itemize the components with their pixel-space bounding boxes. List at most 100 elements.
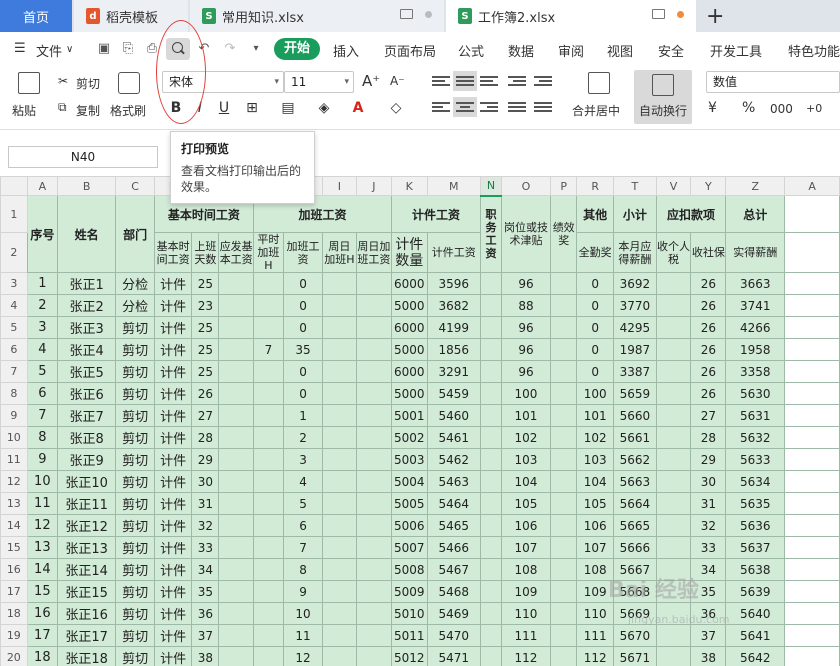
cell-seq[interactable]: 1 bbox=[26, 272, 59, 295]
copy-button[interactable]: 复制 bbox=[76, 102, 100, 119]
header-weekend-pay[interactable]: 周日加班工资 bbox=[355, 232, 392, 273]
cell-dept[interactable]: 剪切 bbox=[115, 338, 155, 361]
cell-social[interactable]: 33 bbox=[690, 536, 727, 559]
cell-name[interactable]: 张正12 bbox=[57, 514, 117, 537]
cell-normal-ot[interactable]: 7 bbox=[252, 338, 284, 361]
cell-piece-qty[interactable]: 5000 bbox=[390, 338, 428, 361]
menu-special[interactable]: 特色功能 bbox=[788, 41, 840, 60]
cell-basic-time[interactable]: 计件 bbox=[153, 448, 193, 471]
cell-weekend-pay[interactable] bbox=[355, 338, 392, 361]
cell-full-attendance[interactable]: 103 bbox=[576, 448, 614, 471]
merge-center-button[interactable]: 合并居中 bbox=[572, 102, 620, 119]
cell-full-attendance[interactable]: 111 bbox=[576, 624, 614, 647]
cell-ot-wage[interactable]: 2 bbox=[282, 426, 324, 449]
menu-data[interactable]: 数据 bbox=[508, 41, 534, 60]
cell-post-allowance[interactable]: 96 bbox=[500, 316, 552, 339]
cell-net-pay[interactable]: 5638 bbox=[725, 558, 786, 581]
cell-weekend-pay[interactable] bbox=[355, 382, 392, 405]
cell-basic-time[interactable]: 计件 bbox=[153, 536, 193, 559]
cell-weekend-pay[interactable] bbox=[355, 448, 392, 471]
cell-weekend-ot[interactable] bbox=[322, 536, 357, 559]
cell-dept[interactable]: 剪切 bbox=[115, 580, 155, 603]
cell-post-wage[interactable] bbox=[479, 404, 502, 427]
column-header[interactable]: B bbox=[57, 176, 117, 196]
cell-weekend-ot[interactable] bbox=[322, 624, 357, 647]
header-weekend-ot[interactable]: 周日加班H bbox=[322, 232, 357, 273]
cell-basic-pay[interactable] bbox=[218, 580, 254, 603]
cell-dept[interactable]: 剪切 bbox=[115, 404, 155, 427]
row-header[interactable]: 18 bbox=[0, 602, 28, 625]
cell-post-allowance[interactable]: 101 bbox=[500, 404, 552, 427]
cell-seq[interactable]: 11 bbox=[26, 492, 59, 515]
cell-piece-qty[interactable]: 6000 bbox=[390, 316, 428, 339]
cell-piece-qty[interactable]: 5008 bbox=[390, 558, 428, 581]
redo-icon[interactable]: ↷ bbox=[222, 41, 238, 57]
header-ot-wage[interactable]: 加班工资 bbox=[282, 232, 324, 273]
cell-piece-qty[interactable]: 5004 bbox=[390, 470, 428, 493]
empty-cell[interactable] bbox=[784, 470, 840, 493]
monitor-icon[interactable] bbox=[652, 9, 665, 19]
cell-style-icon[interactable]: ▤ bbox=[278, 98, 298, 118]
cell-weekend-ot[interactable] bbox=[322, 448, 357, 471]
column-header[interactable]: M bbox=[426, 176, 481, 196]
cell-weekend-pay[interactable] bbox=[355, 316, 392, 339]
border-icon[interactable]: ⊞ bbox=[242, 98, 262, 118]
justify-icon[interactable] bbox=[508, 100, 526, 114]
font-color-icon[interactable]: A bbox=[348, 98, 368, 118]
cell-post-wage[interactable] bbox=[479, 272, 502, 295]
cell-weekend-pay[interactable] bbox=[355, 646, 392, 666]
column-header[interactable]: V bbox=[655, 176, 692, 196]
cell-post-wage[interactable] bbox=[479, 580, 502, 603]
cell-post-wage[interactable] bbox=[479, 558, 502, 581]
cell-work-days[interactable]: 25 bbox=[191, 338, 220, 361]
align-right-icon[interactable] bbox=[480, 100, 498, 114]
cell-social[interactable]: 26 bbox=[690, 360, 727, 383]
cell-bonus[interactable] bbox=[550, 492, 578, 515]
cell-net-pay[interactable]: 5641 bbox=[725, 624, 786, 647]
cell-seq[interactable]: 6 bbox=[26, 382, 59, 405]
cell-social[interactable]: 38 bbox=[690, 646, 727, 666]
empty-cell[interactable] bbox=[784, 232, 840, 273]
cell-piece-wage[interactable]: 3596 bbox=[426, 272, 481, 295]
cell-piece-qty[interactable]: 6000 bbox=[390, 272, 428, 295]
cell-normal-ot[interactable] bbox=[252, 316, 284, 339]
cell-piece-qty[interactable]: 5012 bbox=[390, 646, 428, 666]
cell-post-allowance[interactable]: 106 bbox=[500, 514, 552, 537]
menu-view[interactable]: 视图 bbox=[607, 41, 633, 60]
cut-button[interactable]: 剪切 bbox=[76, 75, 100, 92]
empty-cell[interactable] bbox=[784, 360, 840, 383]
cell-basic-time[interactable]: 计件 bbox=[153, 558, 193, 581]
tab-file2[interactable]: S 工作簿2.xlsx bbox=[446, 0, 696, 32]
cell-normal-ot[interactable] bbox=[252, 558, 284, 581]
cell-social[interactable]: 31 bbox=[690, 492, 727, 515]
cell-work-days[interactable]: 28 bbox=[191, 426, 220, 449]
header-bonus[interactable]: 绩效奖 bbox=[550, 195, 578, 273]
cell-normal-ot[interactable] bbox=[252, 492, 284, 515]
decrease-font-icon[interactable]: A⁻ bbox=[390, 74, 405, 88]
cell-basic-pay[interactable] bbox=[218, 426, 254, 449]
cell-dept[interactable]: 剪切 bbox=[115, 536, 155, 559]
cell-piece-wage[interactable]: 4199 bbox=[426, 316, 481, 339]
cell-income-tax[interactable] bbox=[655, 602, 692, 625]
cell-name[interactable]: 张正6 bbox=[57, 382, 117, 405]
cell-work-days[interactable]: 33 bbox=[191, 536, 220, 559]
cell-full-attendance[interactable]: 107 bbox=[576, 536, 614, 559]
cell-basic-time[interactable]: 计件 bbox=[153, 492, 193, 515]
row-header[interactable]: 2 bbox=[0, 232, 28, 273]
cell-income-tax[interactable] bbox=[655, 382, 692, 405]
cell-net-pay[interactable]: 5632 bbox=[725, 426, 786, 449]
cell-post-wage[interactable] bbox=[479, 470, 502, 493]
cell-income-tax[interactable] bbox=[655, 338, 692, 361]
paste-icon[interactable] bbox=[18, 72, 40, 94]
number-format-select[interactable]: 数值 bbox=[706, 71, 840, 93]
align-middle-icon[interactable] bbox=[453, 71, 477, 91]
row-header[interactable]: 12 bbox=[0, 470, 28, 493]
cell-normal-ot[interactable] bbox=[252, 272, 284, 295]
cell-basic-pay[interactable] bbox=[218, 514, 254, 537]
cell-income-tax[interactable] bbox=[655, 558, 692, 581]
cell-bonus[interactable] bbox=[550, 404, 578, 427]
cell-piece-qty[interactable]: 5011 bbox=[390, 624, 428, 647]
format-painter-button[interactable]: 格式刷 bbox=[110, 102, 146, 119]
column-header[interactable]: I bbox=[322, 176, 357, 196]
menu-security[interactable]: 安全 bbox=[658, 41, 684, 60]
